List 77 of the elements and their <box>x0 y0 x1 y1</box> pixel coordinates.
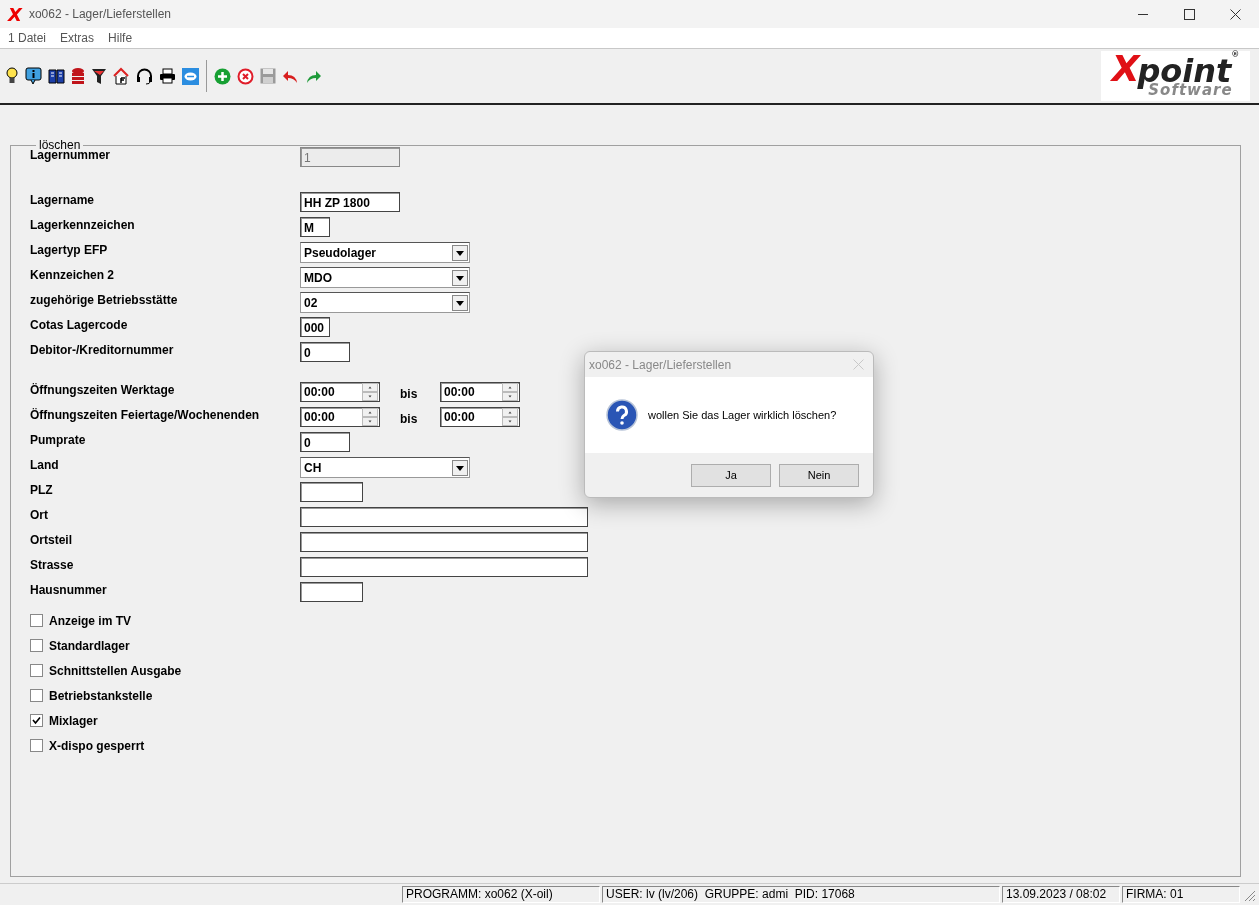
checkbox[interactable] <box>30 739 43 752</box>
checkbox[interactable] <box>30 689 43 702</box>
dialog-title: xo062 - Lager/Lieferstellen <box>589 357 732 372</box>
text-field[interactable]: 000 <box>300 317 330 337</box>
checkbox-label: Mixlager <box>49 713 98 728</box>
time-field[interactable]: 00:00 <box>300 382 380 402</box>
status-panel: USER: lv (lv/206) GRUPPE: admi PID: 17068 <box>602 886 1000 903</box>
field-label: Lagerkennzeichen <box>30 218 136 232</box>
field-label: Öffnungszeiten Feiertage/Wochenenden <box>30 408 261 422</box>
status-panel: FIRMA: 01 <box>1122 886 1240 903</box>
checkbox-label: X-dispo gesperrt <box>49 738 145 753</box>
close-icon[interactable] <box>1230 8 1241 20</box>
field-label: Cotas Lagercode <box>30 318 129 332</box>
checkbox[interactable] <box>30 639 43 652</box>
maximize-icon[interactable] <box>1184 8 1195 20</box>
dialog-button[interactable]: Nein <box>779 463 859 487</box>
text-field[interactable]: M <box>300 217 330 237</box>
text-field[interactable] <box>300 557 588 577</box>
status-panel: PROGRAMM: xo062 (X-oil) <box>402 886 600 903</box>
question-icon <box>606 399 638 431</box>
text-field[interactable] <box>300 532 588 552</box>
text-field[interactable] <box>300 482 363 502</box>
printer-icon[interactable] <box>159 68 176 84</box>
house-icon[interactable] <box>113 67 130 85</box>
field-label: Land <box>30 458 60 472</box>
text-field[interactable]: 0 <box>300 432 350 452</box>
field-label: Öffnungszeiten Werktage <box>30 383 176 397</box>
menu-item[interactable]: Extras <box>60 31 95 45</box>
database-icon[interactable] <box>71 67 85 85</box>
field-label: Lagername <box>30 193 96 207</box>
dropdown[interactable]: Pseudolager <box>300 242 470 263</box>
field-label: Hausnummer <box>30 583 108 597</box>
field-label: zugehörige Betriebsstätte <box>30 293 179 307</box>
time-field[interactable]: 00:00 <box>440 407 520 427</box>
dialog-button[interactable]: Ja <box>691 463 771 487</box>
text-field[interactable] <box>300 582 363 602</box>
headset-icon[interactable] <box>136 67 153 85</box>
field-label: Pumprate <box>30 433 87 447</box>
dialog-message: wollen Sie das Lager wirklich löschen? <box>648 409 837 421</box>
remote-icon[interactable] <box>182 67 199 85</box>
checkbox[interactable] <box>30 614 43 627</box>
checkbox-label: Anzeige im TV <box>49 613 131 628</box>
checkbox[interactable] <box>30 714 43 727</box>
field-label: Debitor-/Kreditornummer <box>30 343 175 357</box>
checkbox-label: Betriebstankstelle <box>49 688 153 703</box>
redo-icon[interactable] <box>305 68 322 84</box>
cancel-icon[interactable] <box>237 67 254 85</box>
checkbox-label: Schnittstellen Ausgabe <box>49 663 182 678</box>
field-label: Ort <box>30 508 49 522</box>
field-label: Strasse <box>30 558 75 572</box>
text-field[interactable]: 0 <box>300 342 350 362</box>
field-label: Kennzeichen 2 <box>30 268 116 282</box>
lightbulb-icon[interactable] <box>5 67 19 85</box>
field-label: PLZ <box>30 483 54 497</box>
dropdown[interactable]: 02 <box>300 292 470 313</box>
dropdown[interactable]: CH <box>300 457 470 478</box>
add-icon[interactable] <box>214 67 231 85</box>
menu-item[interactable]: 1 Datei <box>8 31 47 45</box>
app-logo: X <box>8 3 22 25</box>
company-logo: Xpoint® Software <box>1101 51 1250 101</box>
filter-icon[interactable] <box>91 67 107 85</box>
info-icon[interactable] <box>25 67 42 85</box>
time-field[interactable]: 00:00 <box>440 382 520 402</box>
checkbox-label: Standardlager <box>49 638 130 653</box>
text-field[interactable] <box>300 507 588 527</box>
time-field[interactable]: 00:00 <box>300 407 380 427</box>
range-separator: bis <box>399 387 419 401</box>
menu-item[interactable]: Hilfe <box>108 31 133 45</box>
book-icon[interactable] <box>48 68 65 84</box>
dropdown[interactable]: MDO <box>300 267 470 288</box>
checkbox[interactable] <box>30 664 43 677</box>
window-title: xo062 - Lager/Lieferstellen <box>28 7 171 21</box>
status-panel: 13.09.2023 / 08:02 <box>1002 886 1120 903</box>
range-separator: bis <box>399 412 419 426</box>
text-field[interactable]: HH ZP 1800 <box>300 192 400 212</box>
field-label: Ortsteil <box>30 533 73 547</box>
field-label: Lagertyp EFP <box>30 243 109 257</box>
